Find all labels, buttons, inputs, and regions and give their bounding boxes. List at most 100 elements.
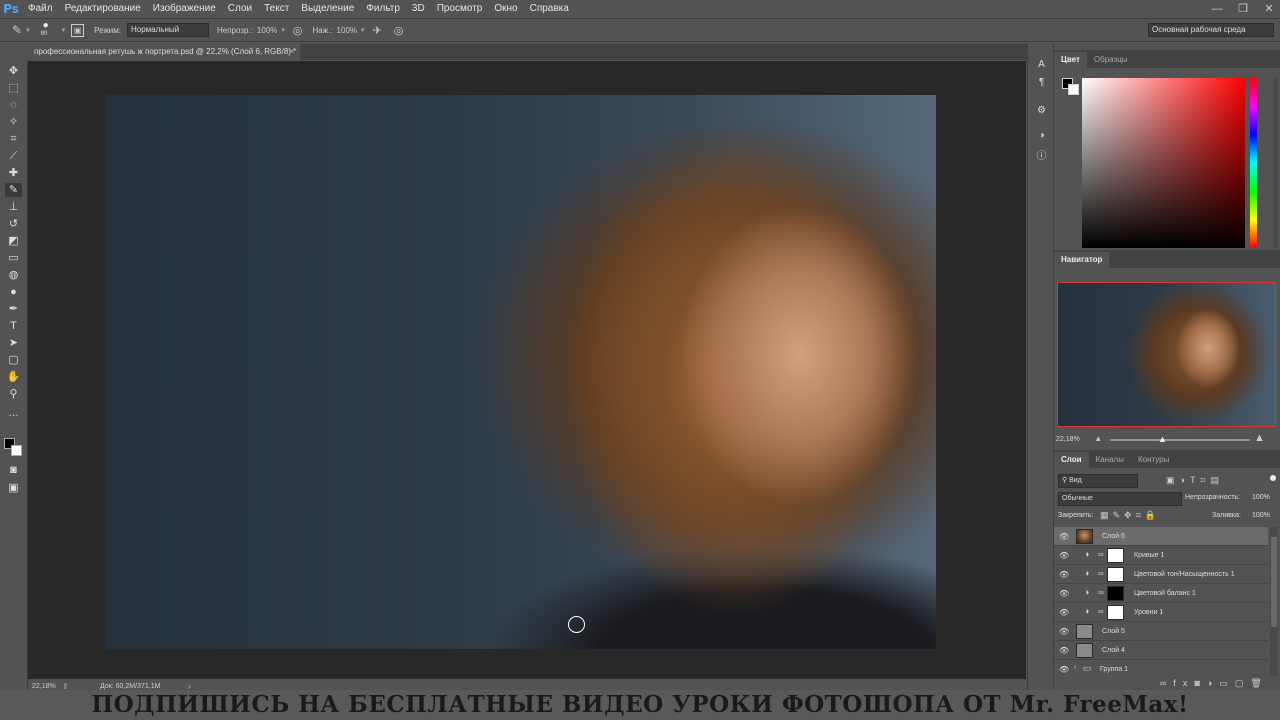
brush-panel-toggle-icon[interactable]: ▣ [71,23,85,37]
folder-icon[interactable]: ▭ [1219,678,1235,688]
eyedropper-tool-icon[interactable]: ⟋ [5,149,22,163]
navigator-zoom-value[interactable]: 22,18% [1056,436,1080,443]
hue-slider[interactable] [1250,78,1257,248]
menu-layers[interactable]: Слои [222,0,258,18]
type-tool-icon[interactable]: T [5,319,22,333]
more-tools-icon[interactable]: … [5,406,22,420]
chevron-down-icon[interactable]: ▾ [62,26,66,34]
visibility-eye-icon[interactable]: 👁 [1059,551,1069,560]
close-tab-icon[interactable]: × [289,44,294,60]
scrollbar-thumb[interactable] [1271,537,1277,627]
quick-select-tool-icon[interactable]: ✧ [5,115,22,129]
clone-stamp-tool-icon[interactable]: ⊥ [5,200,22,214]
properties-panel-icon[interactable]: ⚙ [1034,104,1049,118]
menu-select[interactable]: Выделение [295,0,360,18]
quick-mask-icon[interactable]: ◙ [5,463,22,477]
tab-paths[interactable]: Контуры [1131,452,1176,468]
visibility-eye-icon[interactable]: 👁 [1059,570,1069,579]
menu-image[interactable]: Изображение [147,0,222,18]
layer-filter-icons[interactable]: ▣◑T⌗▤ [1166,475,1224,486]
healing-brush-tool-icon[interactable]: ✚ [5,166,22,180]
pressure-size-icon[interactable]: ◎ [394,24,404,37]
navigator-thumbnail[interactable] [1057,282,1276,427]
background-color-swatch[interactable] [11,445,22,456]
brush-tool-icon[interactable]: ✎ [12,23,22,37]
paragraph-panel-icon[interactable]: ¶ [1034,76,1049,90]
brush-preset-picker[interactable]: ● 80 [40,19,56,41]
document-canvas[interactable] [105,95,936,649]
lasso-tool-icon[interactable]: ◌ [5,98,22,112]
gradient-tool-icon[interactable]: ▭ [5,251,22,265]
navigator-zoom-slider[interactable] [1110,439,1250,441]
mask-icon[interactable]: ◙ [1194,678,1206,688]
zoom-tool-icon[interactable]: ⚲ [5,387,22,401]
zoom-slider-handle[interactable]: ▲ [1158,434,1167,444]
tab-layers[interactable]: Слои [1054,452,1089,468]
menu-window[interactable]: Окно [488,0,523,18]
menu-3d[interactable]: 3D [406,0,431,18]
color-picker-field[interactable] [1082,78,1245,248]
adjustments-panel-icon[interactable]: ◑ [1034,129,1049,143]
menu-help[interactable]: Справка [524,0,575,18]
layer-row[interactable]: 👁 Слой 5 [1054,622,1268,641]
blend-mode-select[interactable]: Обычные [1058,492,1182,506]
tab-color[interactable]: Цвет [1054,52,1087,68]
eraser-tool-icon[interactable]: ◩ [5,234,22,248]
tab-navigator[interactable]: Навигатор [1054,252,1110,268]
pressure-opacity-icon[interactable]: ◎ [293,24,303,37]
layer-row[interactable]: 👁 Слой 4 [1054,641,1268,660]
visibility-eye-icon[interactable]: 👁 [1059,608,1069,617]
visibility-eye-icon[interactable]: 👁 [1059,646,1069,655]
fx-icon[interactable]: fx [1173,678,1194,688]
visibility-eye-icon[interactable]: 👁 [1059,665,1069,674]
close-window-button[interactable]: ✕ [1256,0,1280,18]
layer-row[interactable]: 👁 ◑ ∞ Цветовой тон/Насыщенность 1 [1054,565,1268,584]
new-layer-icon[interactable]: ▢ [1235,678,1251,688]
chevron-down-icon[interactable]: ▾ [281,26,285,34]
tab-channels[interactable]: Каналы [1089,452,1131,468]
document-tab[interactable]: профессиональная ретушь ж портрета.psd @… [28,44,300,60]
hand-tool-icon[interactable]: ✋ [5,370,22,384]
chevron-down-icon[interactable]: ▾ [361,26,365,34]
menu-type[interactable]: Текст [258,0,295,18]
link-icon[interactable]: ∞ [1160,678,1173,688]
color-background-swatch[interactable] [1068,84,1079,95]
expand-arrow-icon[interactable]: › [1074,664,1076,671]
history-brush-tool-icon[interactable]: ↺ [5,217,22,231]
layer-filter-select[interactable]: ⚲ Вид [1058,474,1138,488]
restore-button[interactable]: ❐ [1230,0,1256,18]
screen-mode-icon[interactable]: ▣ [5,481,22,495]
layer-opacity-value[interactable]: 100% [1252,494,1270,501]
lock-icons[interactable]: ▦✎✥⌗🔒 [1100,510,1160,521]
shape-tool-icon[interactable]: ▢ [5,353,22,367]
zoom-in-icon[interactable]: ▲ [1254,432,1265,444]
marquee-tool-icon[interactable]: ⬚ [5,81,22,95]
mode-select[interactable]: Нормальный [126,23,209,37]
menu-filter[interactable]: Фильтр [360,0,406,18]
adjustment-icon[interactable]: ◑ [1207,678,1219,688]
move-tool-icon[interactable]: ✥ [5,64,22,78]
tab-swatches[interactable]: Образцы [1087,52,1135,68]
layer-row[interactable]: 👁 Слой 6 [1054,527,1268,546]
color-panel-scrollbar[interactable] [1273,78,1278,248]
airbrush-icon[interactable]: ✈ [373,24,382,37]
menu-edit[interactable]: Редактирование [59,0,147,18]
layer-row[interactable]: 👁 ◑ ∞ Уровни 1 [1054,603,1268,622]
flow-input[interactable]: 100% [337,26,357,35]
pen-tool-icon[interactable]: ✒ [5,302,22,316]
layer-row[interactable]: 👁 › ▭ Группа 1 [1054,660,1268,676]
dodge-tool-icon[interactable]: ● [5,285,22,299]
visibility-eye-icon[interactable]: 👁 [1059,589,1069,598]
menu-view[interactable]: Просмотр [431,0,489,18]
zoom-out-icon[interactable]: ▴ [1096,433,1101,444]
fill-value[interactable]: 100% [1252,512,1270,519]
info-panel-icon[interactable]: ⓘ [1034,150,1049,164]
brush-tool-icon[interactable]: ✎ [5,183,22,197]
visibility-eye-icon[interactable]: 👁 [1059,532,1069,541]
crop-tool-icon[interactable]: ⌗ [5,132,22,146]
zoom-level[interactable]: 22,18% [32,683,56,690]
workspace-select[interactable]: Основная рабочая среда [1148,23,1274,37]
layer-row[interactable]: 👁 ◑ ∞ Кривые 1 [1054,546,1268,565]
chevron-down-icon[interactable]: ▾ [26,26,30,34]
character-panel-icon[interactable]: A [1034,58,1049,72]
